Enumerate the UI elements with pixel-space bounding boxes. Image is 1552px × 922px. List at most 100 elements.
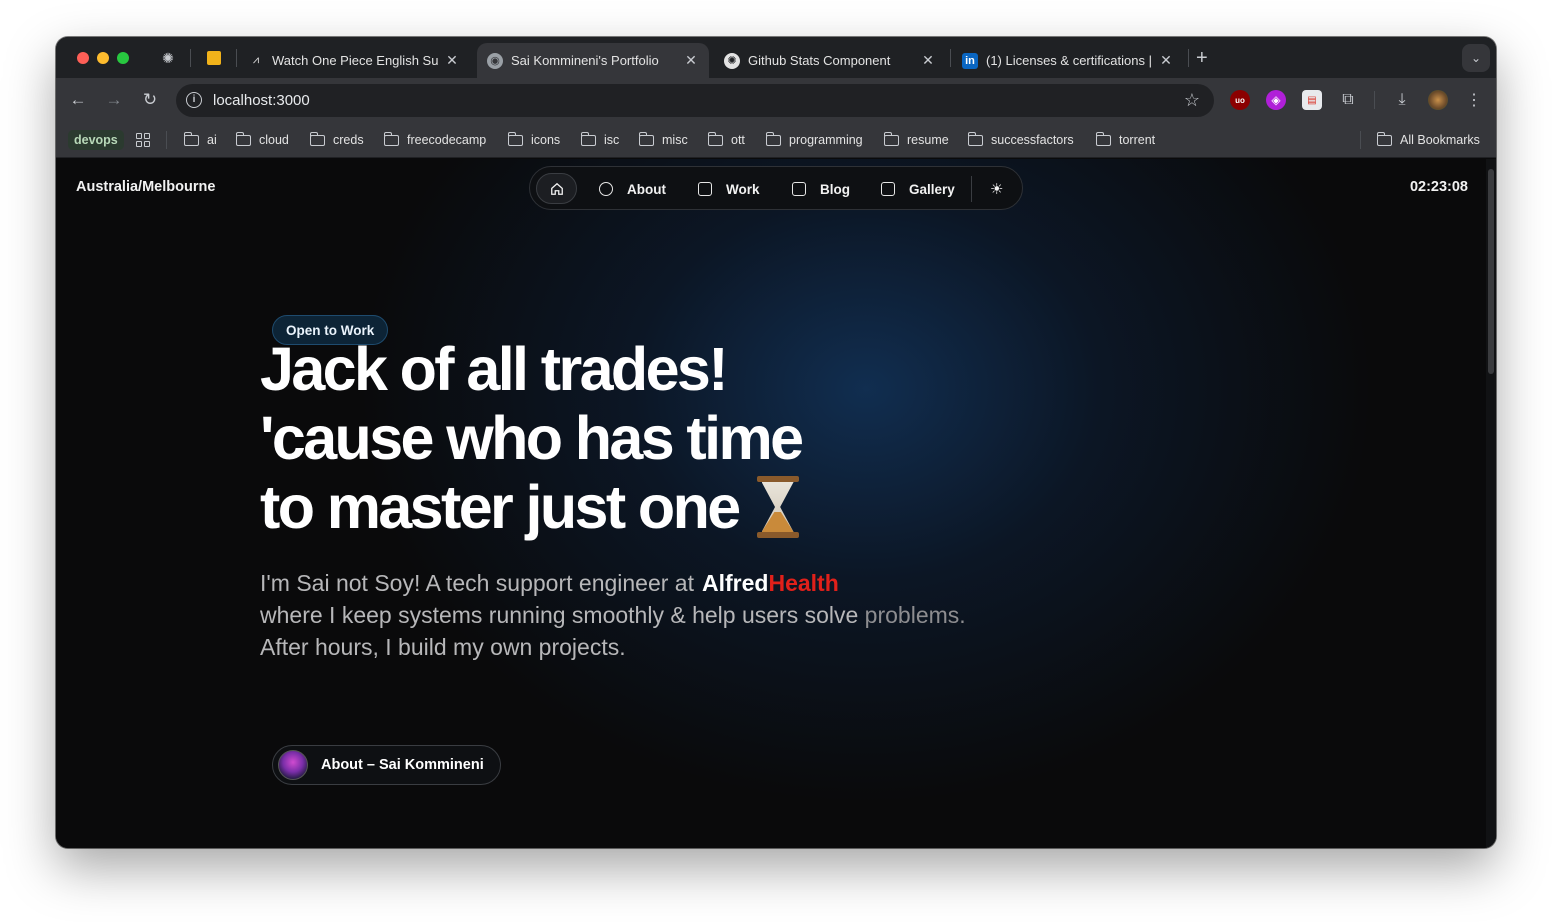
tab-strip: ✺ ⩘ Watch One Piece English Sub ✕ ◉ Sai … bbox=[56, 37, 1496, 78]
apps-grid-icon[interactable] bbox=[136, 133, 150, 147]
minimize-window-button[interactable] bbox=[97, 52, 109, 64]
bookmark-divider bbox=[166, 131, 167, 149]
alfred-health-logo[interactable]: AlfredHealth bbox=[702, 570, 839, 596]
clock-display: 02:23:08 bbox=[1409, 179, 1468, 195]
folder-icon bbox=[967, 131, 983, 146]
folder-icon bbox=[580, 131, 596, 146]
download-icon[interactable]: ⤓ bbox=[1392, 90, 1412, 110]
about-cta-button[interactable]: About – Sai Kommineni bbox=[272, 745, 501, 785]
home-icon bbox=[550, 182, 563, 195]
hero-headline: Jack of all trades! 'cause who has time … bbox=[260, 335, 980, 542]
address-bar[interactable]: i localhost:3000 ☆ bbox=[176, 84, 1214, 117]
url-text: localhost:3000 bbox=[213, 92, 310, 109]
scrollbar-thumb[interactable] bbox=[1488, 169, 1494, 374]
folder-icon bbox=[765, 131, 781, 146]
bookmark-all-bookmarks[interactable]: All Bookmarks bbox=[1376, 131, 1480, 149]
extension-window-icon[interactable]: ▤ bbox=[1302, 90, 1322, 110]
browser-toolbar: ← → ↻ i localhost:3000 ☆ uo ◈ ▤ ⧉ ⤓ ⋮ bbox=[56, 78, 1496, 122]
image-icon bbox=[881, 182, 895, 196]
nav-gallery[interactable]: Gallery bbox=[881, 180, 955, 198]
nav-about[interactable]: About bbox=[599, 180, 666, 198]
ublock-icon[interactable]: uo bbox=[1230, 90, 1250, 110]
toolbar-divider bbox=[1374, 91, 1375, 109]
bookmark-folder-isc[interactable]: isc bbox=[580, 131, 619, 149]
globe-icon: ◉ bbox=[487, 52, 503, 69]
page-viewport: Australia/Melbourne 02:23:08 About Work … bbox=[56, 159, 1496, 848]
bookmark-folder-ott[interactable]: ott bbox=[707, 131, 745, 149]
reload-button[interactable]: ↻ bbox=[140, 90, 160, 110]
pinned-tab-box[interactable] bbox=[204, 48, 224, 68]
headline-line: 'cause who has time bbox=[260, 404, 804, 472]
folder-icon bbox=[383, 131, 399, 146]
tab-divider bbox=[236, 49, 237, 67]
folder-icon bbox=[1376, 131, 1392, 146]
bookmark-star-icon[interactable]: ☆ bbox=[1184, 90, 1200, 111]
tab-github-stats[interactable]: ✺ Github Stats Component ✕ bbox=[714, 43, 946, 78]
bookmark-folder-cloud[interactable]: cloud bbox=[235, 131, 289, 149]
site-nav: About Work Blog Gallery ☀ bbox=[529, 166, 1023, 210]
close-window-button[interactable] bbox=[77, 52, 89, 64]
site-info-icon[interactable]: i bbox=[186, 92, 202, 108]
tab-divider bbox=[1188, 49, 1189, 67]
theme-toggle-sun-icon[interactable]: ☀ bbox=[990, 180, 1003, 198]
openai-icon: ✺ bbox=[162, 49, 174, 66]
close-tab-icon[interactable]: ✕ bbox=[1158, 52, 1174, 69]
anime-site-icon: ⩘ bbox=[252, 54, 260, 66]
nav-blog[interactable]: Blog bbox=[792, 180, 850, 198]
bookmarks-bar: devops ai cloud creds freecodecamp icons… bbox=[56, 122, 1496, 158]
bookmark-folder-freecodecamp[interactable]: freecodecamp bbox=[383, 131, 486, 149]
avatar bbox=[278, 750, 308, 780]
forward-button[interactable]: → bbox=[104, 90, 124, 110]
folder-icon bbox=[638, 131, 654, 146]
browser-window: ✺ ⩘ Watch One Piece English Sub ✕ ◉ Sai … bbox=[56, 37, 1496, 848]
bookmark-folder-torrent[interactable]: torrent bbox=[1095, 131, 1155, 149]
headline-line: Jack of all trades! bbox=[260, 335, 729, 403]
folder-icon bbox=[883, 131, 899, 146]
page-scrollbar[interactable] bbox=[1486, 159, 1496, 848]
person-circle-icon bbox=[599, 182, 613, 196]
close-tab-icon[interactable]: ✕ bbox=[444, 52, 460, 69]
tab-portfolio[interactable]: ◉ Sai Kommineni's Portfolio ✕ bbox=[477, 43, 709, 78]
timezone-label: Australia/Melbourne bbox=[76, 179, 216, 195]
bookmark-folder-misc[interactable]: misc bbox=[638, 131, 688, 149]
nav-home-button[interactable] bbox=[536, 173, 577, 204]
bookmark-folder-resume[interactable]: resume bbox=[883, 131, 949, 149]
close-tab-icon[interactable]: ✕ bbox=[683, 52, 699, 69]
folder-icon bbox=[183, 131, 199, 146]
nav-divider bbox=[971, 176, 972, 202]
tab-linkedin[interactable]: in (1) Licenses & certifications | ✕ bbox=[952, 43, 1184, 78]
grid-icon bbox=[698, 182, 712, 196]
bookmark-divider bbox=[1360, 131, 1361, 149]
maximize-window-button[interactable] bbox=[117, 52, 129, 64]
folder-icon bbox=[235, 131, 251, 146]
bookmark-folder-programming[interactable]: programming bbox=[765, 131, 863, 149]
openai-icon: ✺ bbox=[724, 52, 740, 69]
bookmark-folder-successfactors[interactable]: successfactors bbox=[967, 131, 1074, 149]
headline-line-3: to master just one bbox=[260, 473, 980, 542]
tab-search-button[interactable]: ⌄ bbox=[1462, 44, 1490, 72]
tab-divider bbox=[190, 49, 191, 67]
profile-avatar[interactable] bbox=[1428, 90, 1448, 110]
hero-intro: I'm Sai not Soy! A tech support engineer… bbox=[260, 567, 1040, 663]
pinned-tab-openai[interactable]: ✺ bbox=[158, 48, 178, 68]
bookmark-folder-creds[interactable]: creds bbox=[309, 131, 364, 149]
tab-divider bbox=[950, 49, 951, 67]
back-button[interactable]: ← bbox=[68, 90, 88, 110]
intro-line-2: where I keep systems running smoothly & … bbox=[260, 602, 966, 628]
extensions-puzzle-icon[interactable]: ⧉ bbox=[1338, 90, 1358, 110]
folder-icon bbox=[1095, 131, 1111, 146]
chevron-down-icon: ⌄ bbox=[1470, 51, 1482, 65]
menu-kebab-icon[interactable]: ⋮ bbox=[1464, 90, 1484, 110]
bookmark-folder-icons[interactable]: icons bbox=[507, 131, 560, 149]
bookmark-devops[interactable]: devops bbox=[68, 130, 124, 150]
extension-purple-icon[interactable]: ◈ bbox=[1266, 90, 1286, 110]
close-tab-icon[interactable]: ✕ bbox=[920, 52, 936, 69]
hourglass-icon bbox=[756, 476, 799, 538]
tab-one-piece[interactable]: ⩘ Watch One Piece English Sub ✕ bbox=[238, 43, 470, 78]
arrow-right-icon: → bbox=[105, 90, 123, 109]
bookmark-folder-ai[interactable]: ai bbox=[183, 131, 217, 149]
new-tab-button[interactable]: + bbox=[1196, 47, 1208, 70]
nav-work[interactable]: Work bbox=[698, 180, 760, 198]
folder-icon bbox=[507, 131, 523, 146]
intro-line-3: After hours, I build my own projects. bbox=[260, 634, 626, 660]
